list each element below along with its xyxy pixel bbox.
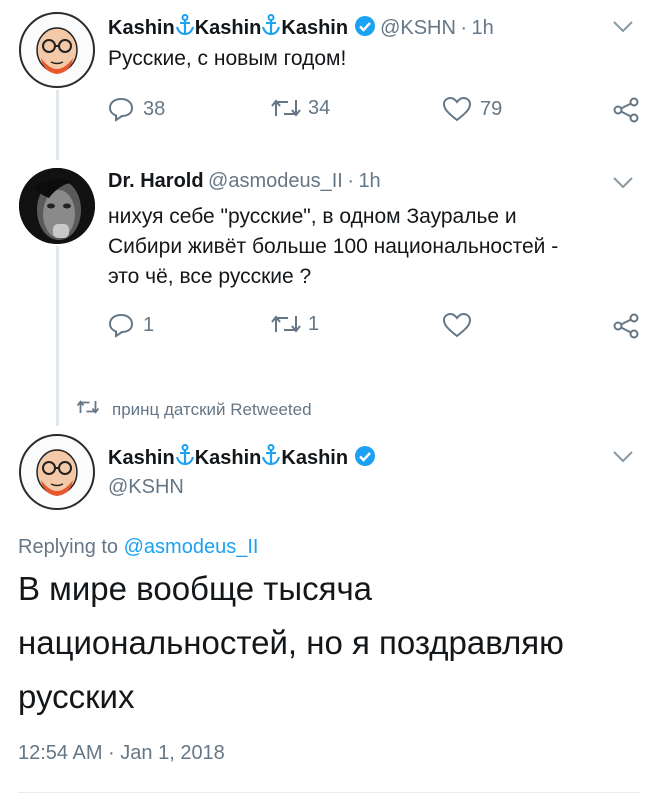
timestamp[interactable]: 1h: [358, 170, 380, 192]
reply-icon: [107, 312, 135, 338]
tweet-text-line: В мире вообще тысяча: [18, 570, 372, 607]
tweet-kashin-1[interactable]: Kashin Kashin Kashin @KSHN · 1h Русские, с…: [0, 0, 658, 140]
retweet-icon: [76, 398, 100, 421]
chevron-down-icon[interactable]: [612, 450, 634, 469]
handle[interactable]: @KSHN: [108, 476, 184, 499]
replying-to: Replying to @asmodeus_II: [18, 536, 258, 559]
anchor-icon: [175, 14, 195, 42]
tweet-text-line: русских: [18, 678, 135, 715]
display-name[interactable]: Kashin Kashin Kashin: [108, 14, 354, 42]
tweet-text-line: Сибири живёт больше 100 национальностей …: [108, 235, 559, 258]
tweet-harold[interactable]: Dr. Harold @asmodeus_II · 1h нихуя себе …: [0, 160, 658, 370]
reply-button[interactable]: 1: [107, 312, 154, 338]
tweet-header: Kashin Kashin Kashin @KSHN · 1h: [108, 14, 494, 42]
handle[interactable]: @asmodeus_II: [208, 170, 343, 192]
like-button[interactable]: [442, 312, 472, 338]
share-button[interactable]: [612, 312, 640, 340]
tweet-text-line: национальностей, но я поздравляю: [18, 624, 564, 661]
avatar-image: [36, 27, 78, 74]
retweet-context[interactable]: принц датский Retweeted: [76, 398, 312, 421]
avatar-image: [19, 168, 95, 244]
retweeted-by-label: принц датский Retweeted: [112, 399, 312, 419]
avatar[interactable]: [19, 12, 95, 88]
avatar[interactable]: [19, 434, 95, 510]
tweet-text: нихуя себе "русские", в одном Зауралье и…: [108, 202, 558, 292]
share-button[interactable]: [612, 96, 640, 124]
verified-icon: [354, 445, 376, 472]
anchor-icon: [261, 444, 281, 472]
tweet-timestamp[interactable]: 12:54 AM · Jan 1, 2018: [18, 742, 225, 765]
avatar-image: [36, 449, 78, 496]
retweet-count: 34: [308, 96, 331, 119]
retweet-count: 1: [308, 312, 320, 335]
handle[interactable]: @KSHN: [380, 17, 456, 39]
divider: [18, 792, 640, 793]
like-button[interactable]: 79: [442, 96, 502, 122]
tweet-text: Русские, с новым годом!: [108, 47, 347, 70]
anchor-icon: [175, 444, 195, 472]
chevron-down-icon[interactable]: [612, 176, 634, 195]
verified-icon: [354, 15, 376, 42]
dot-separator: ·: [460, 17, 468, 39]
tweet-text: В мире вообще тысяча национальностей, но…: [18, 562, 564, 724]
share-icon: [612, 96, 640, 124]
avatar[interactable]: [19, 168, 95, 244]
like-count: 79: [480, 97, 503, 120]
reply-button[interactable]: 38: [107, 96, 165, 122]
reply-icon: [107, 96, 135, 122]
reply-count: 38: [143, 97, 166, 120]
replying-to-label: Replying to: [18, 536, 119, 558]
dot-separator: ·: [347, 170, 354, 192]
replying-to-link[interactable]: @asmodeus_II: [124, 536, 259, 558]
tweet-kashin-main: Kashin Kashin Kashin @KSHN Replying to @as…: [0, 430, 658, 800]
retweet-icon: [270, 312, 302, 336]
like-icon: [442, 312, 472, 338]
display-name[interactable]: Dr. Harold: [108, 170, 204, 192]
tweet-header: Dr. Harold @asmodeus_II · 1h: [108, 170, 381, 193]
display-name[interactable]: Kashin Kashin Kashin: [108, 444, 354, 472]
tweet-text-line: это чё, все русские ?: [108, 265, 312, 288]
share-icon: [612, 312, 640, 340]
like-icon: [442, 96, 472, 122]
retweet-button[interactable]: 34: [270, 96, 330, 120]
retweet-button[interactable]: 1: [270, 312, 319, 336]
reply-count: 1: [143, 313, 155, 336]
chevron-down-icon[interactable]: [612, 20, 634, 39]
tweet-header: Kashin Kashin Kashin: [108, 444, 376, 472]
tweet-text-line: нихуя себе "русские", в одном Зауралье и: [108, 205, 517, 228]
anchor-icon: [261, 14, 281, 42]
retweet-icon: [270, 96, 302, 120]
timestamp[interactable]: 1h: [472, 17, 494, 39]
